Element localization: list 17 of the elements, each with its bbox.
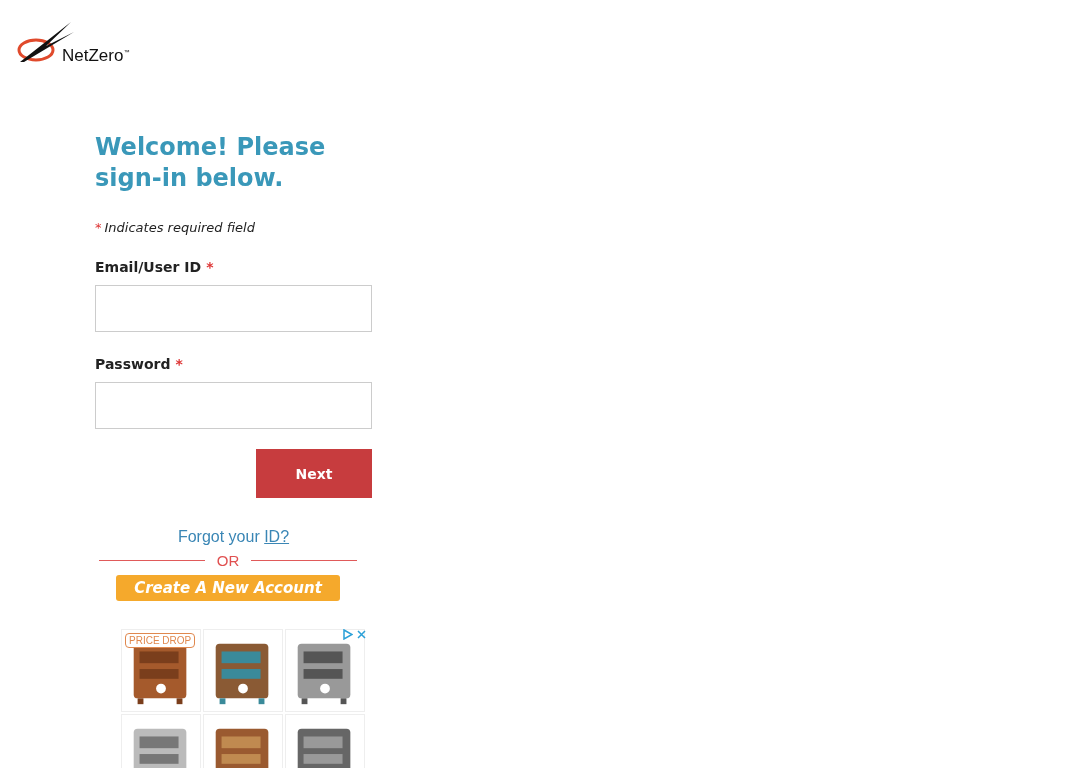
input-field[interactable] (95, 285, 372, 332)
forgot-id-link[interactable]: ID? (264, 528, 290, 545)
close-icon[interactable] (356, 629, 367, 640)
required-asterisk: * (175, 356, 183, 372)
required-note: Indicates required field (104, 220, 255, 235)
field-label: Email/User ID (95, 259, 202, 275)
price-drop-badge: PRICE DROP (125, 633, 196, 648)
input-field[interactable] (95, 382, 372, 429)
field-label: Password (95, 356, 171, 372)
required-asterisk: * (95, 220, 102, 235)
welcome-heading: Welcome! Please sign-in below. (95, 132, 327, 194)
or-divider-text: OR (216, 552, 240, 569)
forgot-text: Forgot your (177, 528, 260, 545)
logo-text: NetZero$^{™}$ (62, 46, 130, 66)
ad-choices-icon[interactable] (342, 629, 353, 640)
next-button[interactable]: Next (256, 449, 372, 498)
required-asterisk: * (206, 259, 214, 275)
